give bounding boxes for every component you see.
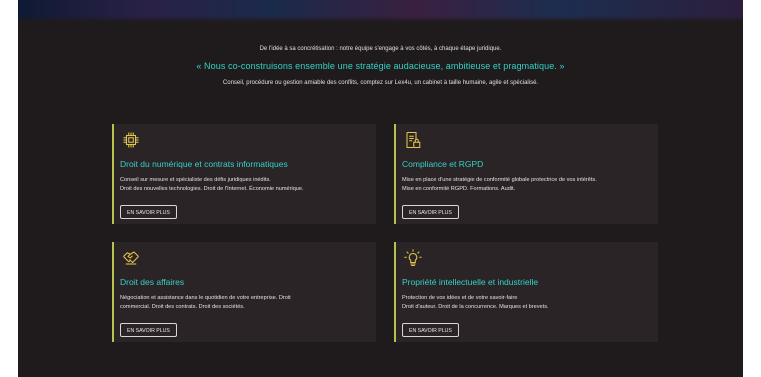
card-title: Droit des affaires (120, 277, 185, 287)
card-description-line: Mise en place d'une stratégie de conform… (402, 177, 597, 183)
card-description-line: Négociation et assistance dans le quotid… (120, 295, 291, 301)
intro-description: Conseil, procédure ou gestion amiable de… (222, 80, 539, 86)
intro-quote: « Nous co-construisons ensemble une stra… (196, 61, 565, 71)
document-lock-icon (406, 131, 421, 149)
card-description-line: Droit d'auteur. Droit de la concurrence.… (402, 304, 549, 310)
card-title: Droit du numérique et contrats informati… (120, 159, 288, 169)
card-description: Mise en place d'une stratégie de conform… (402, 176, 654, 194)
service-card-propriete: Propriété intellectuelle et industrielle… (394, 242, 658, 342)
service-card-numerique: Droit du numérique et contrats informati… (112, 124, 376, 224)
learn-more-button[interactable]: EN SAVOIR PLUS (402, 323, 459, 337)
card-description: Conseil sur mesure et spécialiste des dé… (120, 176, 372, 194)
learn-more-button[interactable]: EN SAVOIR PLUS (120, 205, 177, 219)
card-description-line: Protection de vos idées et de votre savo… (402, 295, 518, 301)
card-description-line: commercial. Droit des contrats. Droit de… (120, 304, 245, 310)
card-description-line: Mise en conformité RGPD. Formations. Aud… (402, 186, 516, 192)
card-description-line: Conseil sur mesure et spécialiste des dé… (120, 177, 271, 183)
intro-section: De l'idée à sa concrétisation : notre éq… (18, 46, 743, 86)
card-title: Propriété intellectuelle et industrielle (402, 277, 539, 287)
intro-text: De l'idée à sa concrétisation : notre éq… (259, 46, 502, 52)
card-title: Compliance et RGPD (402, 159, 484, 169)
lightbulb-icon (404, 249, 422, 267)
card-description-line: Droit des nouvelles technologies. Droit … (120, 186, 304, 192)
learn-more-button[interactable]: EN SAVOIR PLUS (120, 323, 177, 337)
page: De l'idée à sa concrétisation : notre éq… (18, 0, 743, 377)
service-card-compliance: Compliance et RGPD Mise en place d'une s… (394, 124, 658, 224)
card-description: Protection de vos idées et de votre savo… (402, 294, 654, 312)
hero-banner-image (18, 0, 743, 22)
learn-more-button[interactable]: EN SAVOIR PLUS (402, 205, 459, 219)
handshake-icon (123, 251, 139, 265)
card-description: Négociation et assistance dans le quotid… (120, 294, 372, 312)
service-card-affaires: Droit des affaires Négociation et assist… (112, 242, 376, 342)
chip-icon (123, 132, 139, 148)
